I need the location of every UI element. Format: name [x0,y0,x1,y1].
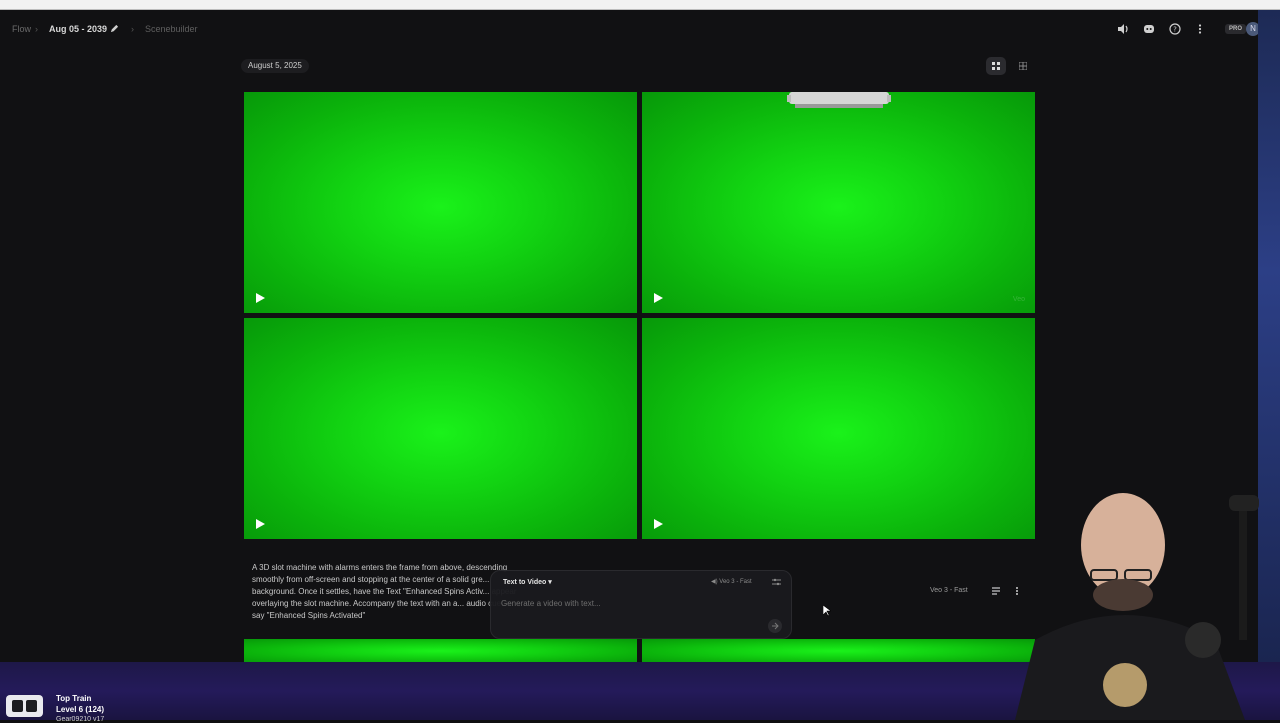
webcam-feed-image [1015,493,1259,720]
browser-tab-strip [0,0,1280,10]
chevron-down-icon: ▾ [548,579,552,586]
row-model-label: Veo 3 - Fast [930,587,968,594]
edit-pencil-icon[interactable] [110,24,119,33]
settings-sliders-icon[interactable] [772,578,781,586]
breadcrumb-scene[interactable]: Scenebuilder [145,24,198,34]
volume-icon[interactable] [1117,23,1129,35]
overlay-title: Top Train [56,694,92,703]
grid-icon [992,62,1000,70]
top-bar: Flow › Aug 05 - 2039 › Scenebuilder ? PR… [0,10,1258,48]
video-tile[interactable] [244,92,637,313]
pro-badge: PRO [1225,24,1247,34]
overlay-level: Level 6 (124) [56,705,105,714]
video-tile[interactable] [244,639,637,662]
breadcrumb-separator-icon: › [35,24,38,34]
mode-dropdown[interactable]: Text to Video ▾ [503,578,552,586]
watermark: Veo [1012,296,1025,303]
play-icon[interactable] [256,293,265,303]
game-logo-icon [6,695,43,717]
model-chip[interactable]: ◀) Veo 3 - Fast [711,578,752,585]
video-tile[interactable]: Veo [642,92,1035,313]
prompt-input[interactable] [499,595,763,611]
play-icon[interactable] [654,293,663,303]
discord-icon[interactable] [1143,23,1155,35]
breadcrumb-project[interactable]: Aug 05 - 2039 [49,24,107,34]
model-label: Veo 3 - Fast [719,579,752,585]
slot-machine-base-image [787,92,891,108]
svg-text:?: ? [1173,26,1177,34]
grid-view-button[interactable] [986,57,1006,75]
date-chip: August 5, 2025 [241,59,309,73]
mode-label: Text to Video [503,579,547,586]
video-tile[interactable] [244,318,637,539]
prompt-text: A 3D slot machine with alarms enters the… [252,563,517,620]
arrow-right-icon [772,622,779,630]
composer: Text to Video ▾ ◀) Veo 3 - Fast [490,570,792,639]
avatar[interactable]: N [1246,22,1258,36]
breadcrumb-separator-icon: › [131,24,134,34]
list-view-button[interactable] [1013,57,1033,75]
help-icon[interactable]: ? [1169,23,1181,35]
table-icon [1019,62,1027,70]
mouse-cursor-icon [823,605,831,617]
breadcrumb-root[interactable]: Flow [12,24,31,34]
play-icon[interactable] [256,519,265,529]
send-button[interactable] [768,619,782,633]
audio-icon: ◀) [711,579,718,585]
view-toggle [986,57,1034,75]
more-menu-icon[interactable] [1194,23,1206,35]
play-icon[interactable] [654,519,663,529]
